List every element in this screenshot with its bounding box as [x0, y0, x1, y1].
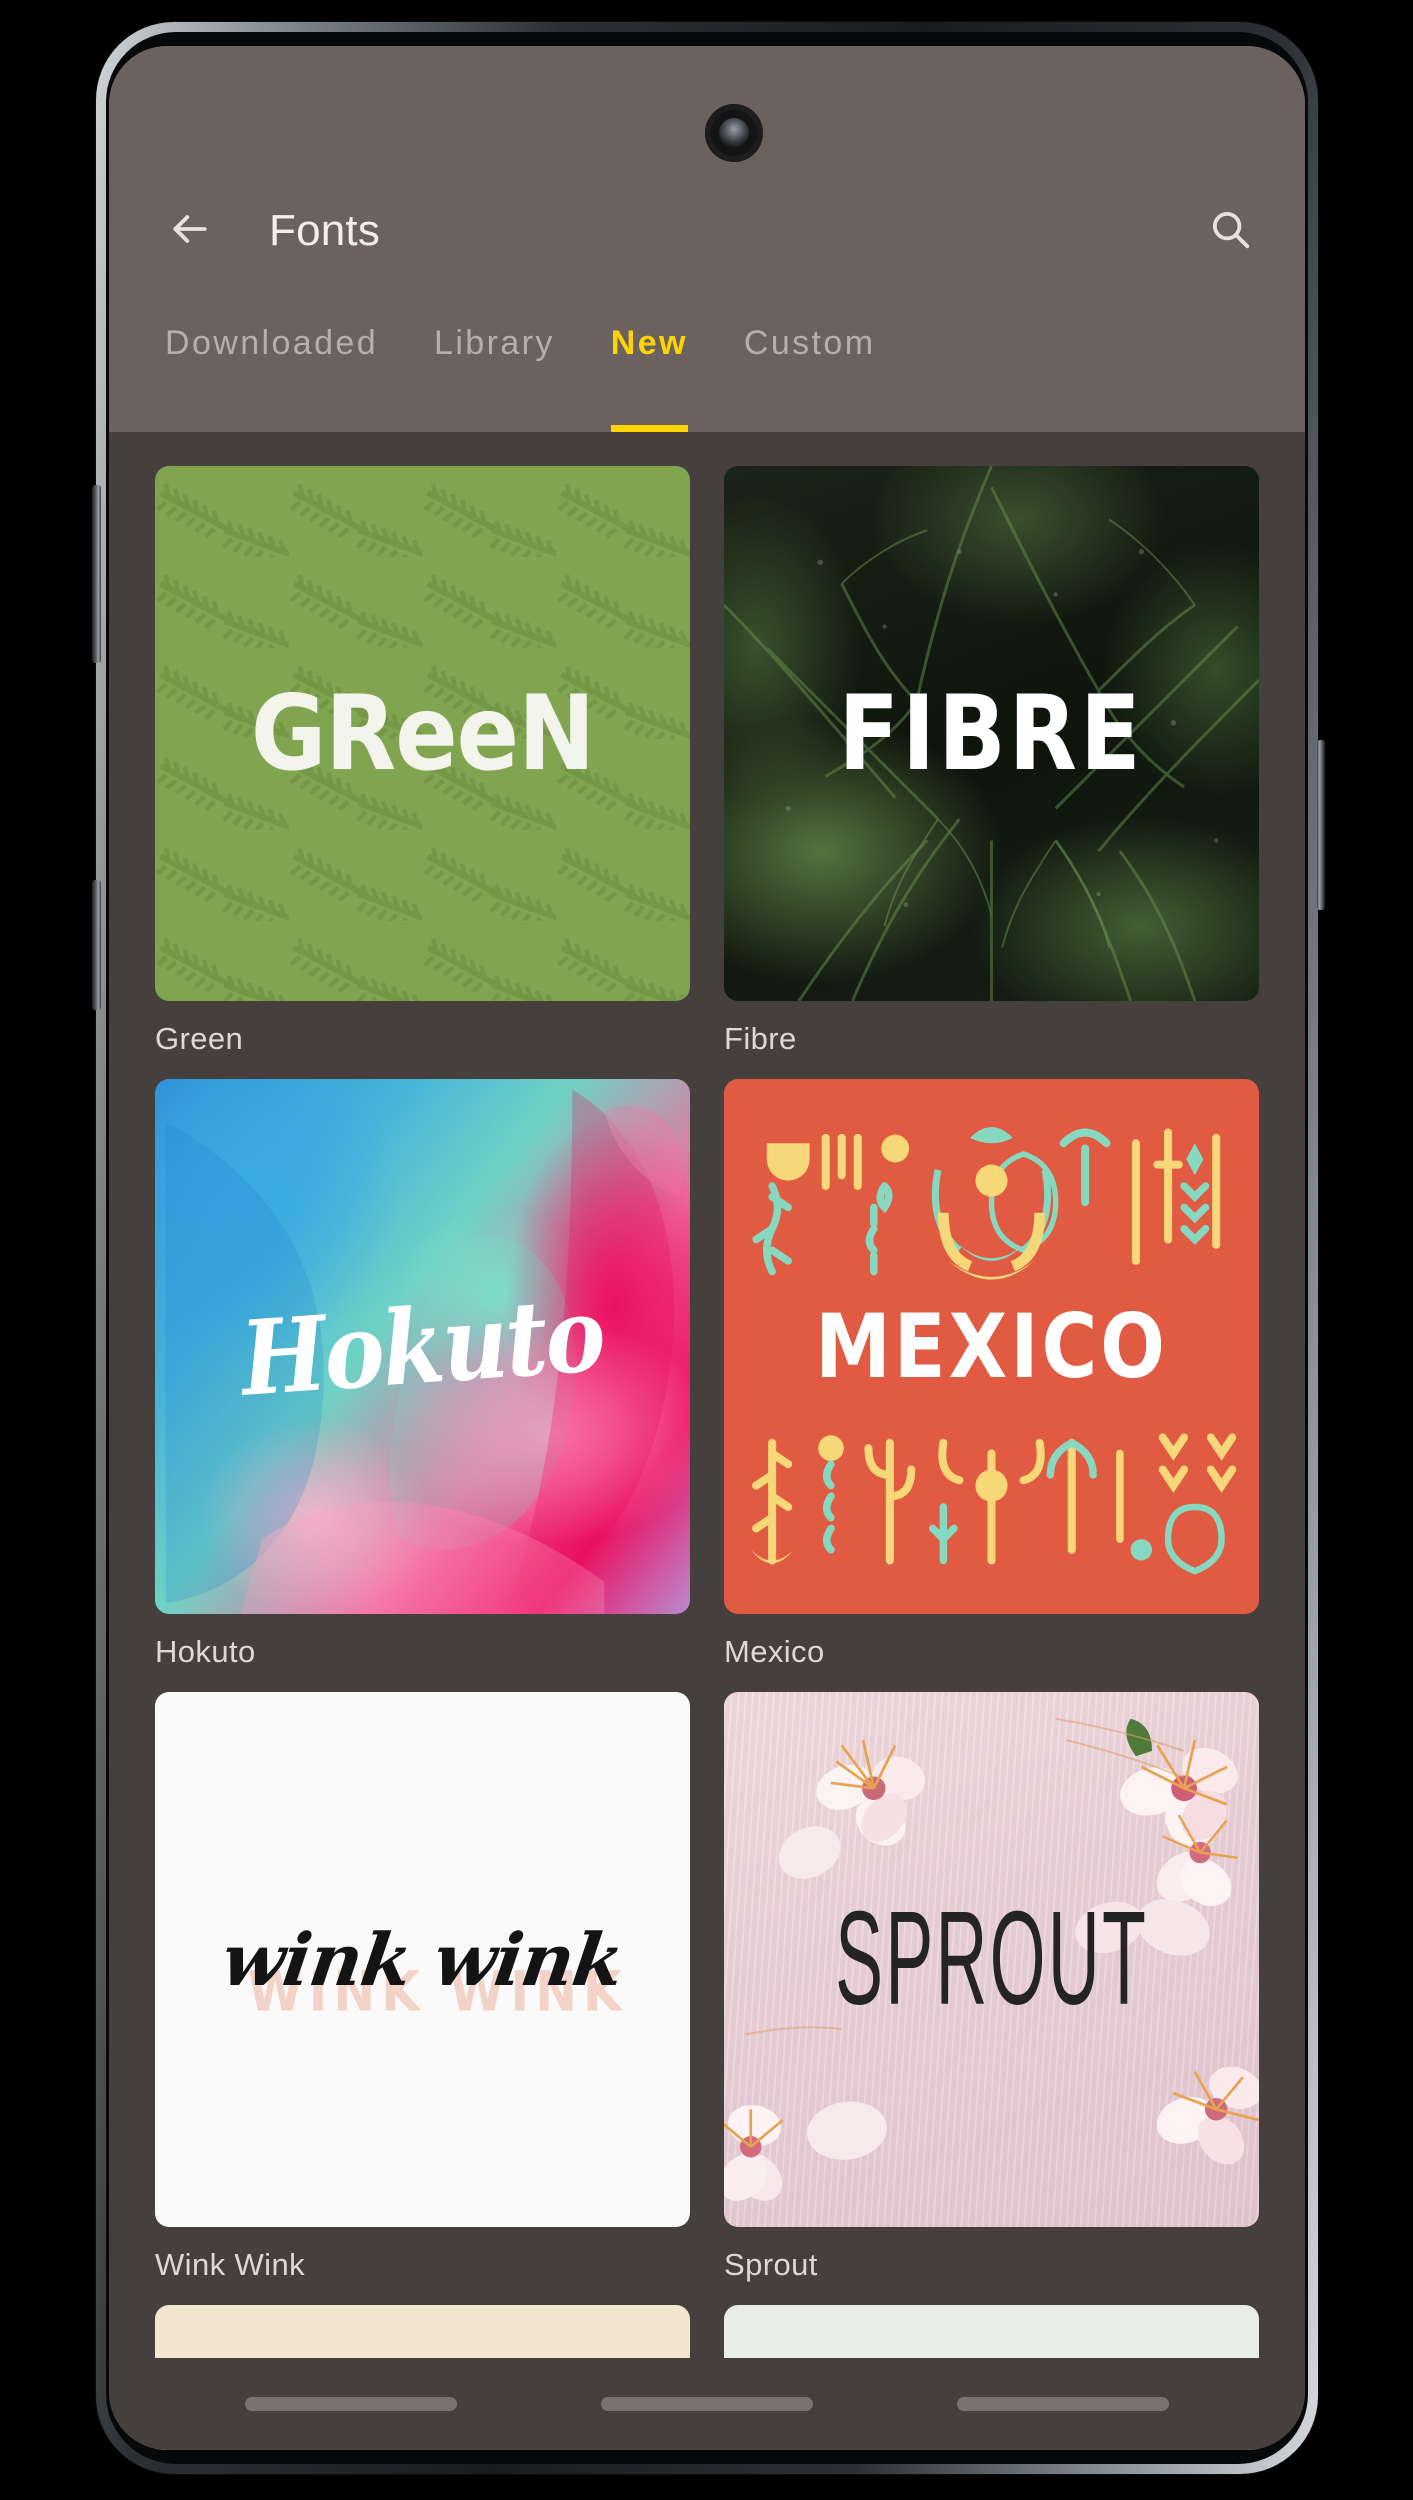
- front-camera-icon: [705, 104, 763, 162]
- search-icon: [1207, 206, 1253, 257]
- tab-library[interactable]: Library: [434, 314, 555, 432]
- power-button[interactable]: [92, 880, 101, 1010]
- tab-new-label: New: [610, 324, 688, 362]
- tab-custom[interactable]: Custom: [744, 314, 876, 432]
- font-name-hokuto: Hokuto: [155, 1634, 256, 1669]
- font-preview-text: SPROUT: [834, 1884, 1149, 2033]
- font-thumb-wink-wink[interactable]: WINK WINK wink wink: [155, 1692, 690, 2227]
- font-name-fibre: Fibre: [724, 1021, 797, 1056]
- font-name-sprout: Sprout: [724, 2247, 818, 2282]
- camera-lens-icon: [719, 118, 749, 148]
- font-card-wink-wink[interactable]: WINK WINK wink wink Wink Wink: [155, 1692, 690, 2283]
- font-thumb-green[interactable]: GReeN: [155, 466, 690, 1001]
- app-bar: Fonts Downloaded Library New Custom: [109, 46, 1305, 432]
- thumb-content: WINK WINK wink wink: [155, 1692, 690, 2227]
- app-bar-top-row: Fonts: [109, 176, 1305, 286]
- font-preview-text: wink wink: [216, 1917, 629, 2002]
- search-button[interactable]: [1183, 184, 1277, 278]
- thumb-content: MEXICO: [724, 1079, 1259, 1614]
- tab-downloaded[interactable]: Downloaded: [165, 314, 378, 432]
- font-thumb-hokuto[interactable]: Hokuto: [155, 1079, 690, 1614]
- wink-text-stack: WINK WINK wink wink: [217, 1917, 628, 2024]
- tab-library-label: Library: [434, 324, 555, 362]
- thumb-content: Hokuto: [155, 1079, 690, 1614]
- font-card-fibre[interactable]: FIBRE Fibre: [724, 466, 1259, 1057]
- phone-screen: Fonts Downloaded Library New Custom GRee…: [109, 46, 1305, 2450]
- font-preview-text: Hokuto: [237, 1273, 608, 1420]
- home-pill-icon[interactable]: [601, 2397, 813, 2411]
- font-name-green: Green: [155, 1021, 244, 1056]
- page-title: Fonts: [269, 206, 381, 255]
- tab-indicator-active: [610, 425, 688, 432]
- tab-downloaded-label: Downloaded: [165, 324, 379, 362]
- font-name-mexico: Mexico: [724, 1634, 825, 1669]
- font-preview-text: MEXICO: [815, 1294, 1168, 1399]
- font-preview-text: GReeN: [250, 673, 595, 794]
- thumb-content: FIBRE: [724, 466, 1259, 1001]
- back-pill-icon[interactable]: [957, 2397, 1169, 2411]
- back-button[interactable]: [135, 176, 245, 286]
- recents-pill-icon[interactable]: [245, 2397, 457, 2411]
- font-thumb-sprout[interactable]: SPROUT: [724, 1692, 1259, 2227]
- tab-new[interactable]: New: [610, 314, 688, 432]
- font-card-mexico[interactable]: MEXICO Mexico: [724, 1079, 1259, 1670]
- font-card-hokuto[interactable]: Hokuto Hokuto: [155, 1079, 690, 1670]
- arrow-left-icon: [168, 207, 212, 256]
- font-thumb-mexico[interactable]: MEXICO: [724, 1079, 1259, 1614]
- font-card-green[interactable]: GReeN Green: [155, 466, 690, 1057]
- font-name-wink-wink: Wink Wink: [155, 2247, 305, 2282]
- font-thumb-fibre[interactable]: FIBRE: [724, 466, 1259, 1001]
- tab-bar: Downloaded Library New Custom: [109, 314, 1305, 432]
- font-card-sprout[interactable]: SPROUT Sprout: [724, 1692, 1259, 2283]
- tab-custom-label: Custom: [743, 324, 876, 362]
- font-grid[interactable]: GReeN Green FIBRE Fibre Hokuto Hokuto ME…: [109, 432, 1305, 2450]
- navigation-bar: [109, 2358, 1305, 2450]
- volume-button[interactable]: [92, 485, 101, 663]
- thumb-content: SPROUT: [724, 1692, 1259, 2227]
- thumb-content: GReeN: [155, 466, 690, 1001]
- side-key-button[interactable]: [1317, 740, 1325, 910]
- font-preview-text: FIBRE: [838, 673, 1145, 794]
